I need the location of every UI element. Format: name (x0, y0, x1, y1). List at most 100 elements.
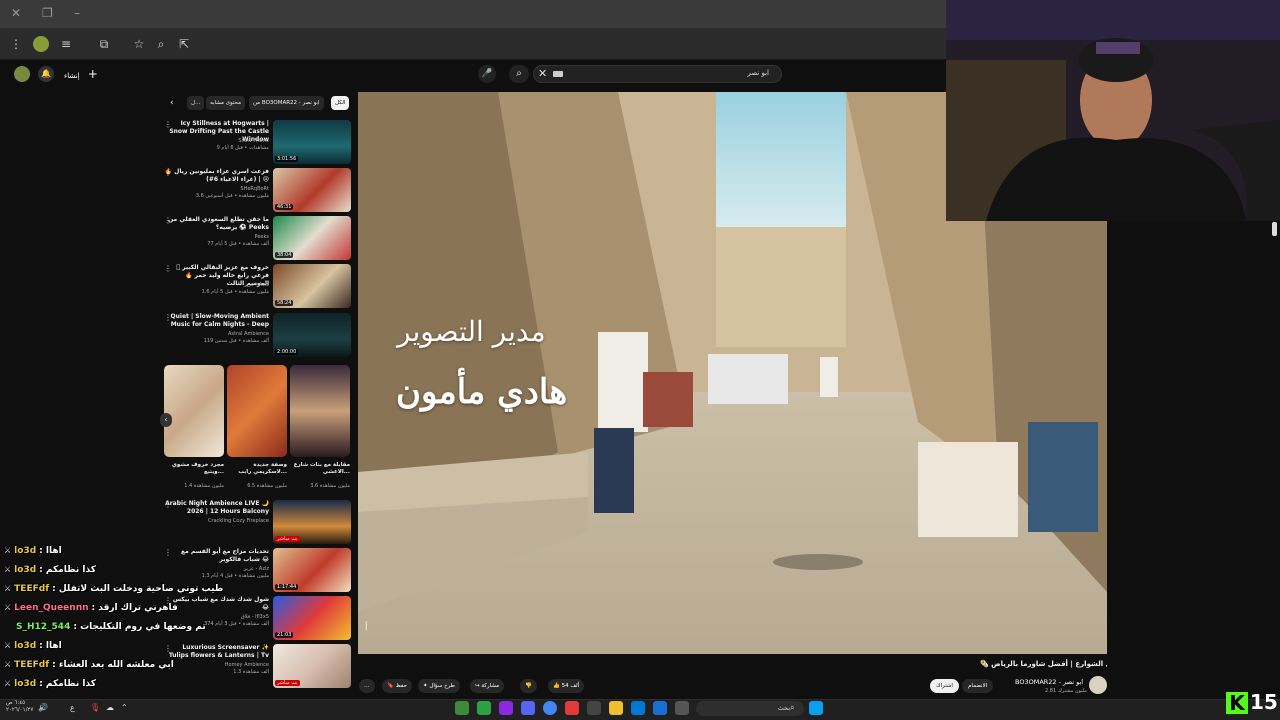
channel-name[interactable]: Peeks (164, 234, 270, 240)
create-button[interactable]: إنشاء + (64, 66, 98, 82)
more-options-icon[interactable]: ⋮ (164, 216, 172, 225)
taskbar-app-icon[interactable] (675, 701, 689, 715)
list-item[interactable]: 3:01:56 Icy Stillness at Hogwarts | Snow… (160, 120, 355, 164)
close-window-icon[interactable]: ✕ (11, 6, 21, 20)
chip-more[interactable]: ل... (187, 96, 205, 110)
video-title[interactable]: 🔥 فزعت اسري عزاء بمليونين ريال 😢 | (غراء… (164, 168, 269, 184)
chip-from-channel[interactable]: من BO3OMAR22 - ابو نصر (249, 96, 324, 110)
channel-name[interactable]: فلاق - lfl3x5 (164, 614, 269, 620)
chip-related[interactable]: محتوى مشابه (206, 96, 246, 110)
save-button[interactable]: 🔖 حفظ (382, 679, 413, 693)
more-options-icon[interactable]: ⋮ (164, 548, 172, 557)
edge-icon[interactable] (631, 701, 645, 715)
shorts-prev-icon[interactable]: ‹ (160, 413, 172, 427)
more-options-icon[interactable]: ⋮ (164, 500, 172, 509)
calendar-icon[interactable] (587, 701, 601, 715)
taskbar-search[interactable]: بحث (696, 701, 804, 716)
start-menu-icon[interactable] (809, 701, 823, 715)
chips-prev-icon[interactable]: ‹ (166, 96, 178, 110)
video-thumbnail[interactable]: 58:24 (273, 264, 351, 308)
video-thumbnail[interactable]: 46:31 (273, 168, 351, 212)
list-item[interactable]: بث مباشر Luxurious Screensaver ✨ Tulips … (160, 644, 355, 688)
like-button[interactable]: 👍 54 ألف (548, 679, 585, 693)
list-item[interactable]: 21:03 شول شدك شدك مع شباب بيكس 😂 فلاق - … (160, 596, 355, 640)
system-clock[interactable]: ٦:٤٥ ص ٢٠٢٦/٠١/٢٧ (6, 700, 33, 714)
list-item[interactable]: بث مباشر Arabic Night Ambience LIVE 🌙 20… (160, 500, 355, 544)
taskbar-app-icon[interactable] (653, 701, 667, 715)
more-options-icon[interactable]: ⋮ (164, 264, 172, 273)
share-button[interactable]: ↪ مشاركة (470, 679, 505, 693)
bookmark-star-icon[interactable]: ☆ (131, 36, 147, 52)
page-scrollbar[interactable] (1272, 222, 1277, 236)
channel-name[interactable]: SHeRqBoRt (164, 186, 269, 192)
taskbar-app-icon[interactable] (565, 701, 579, 715)
search-icon[interactable]: ⌕ (509, 65, 529, 83)
channel-name[interactable]: Crackling Cozy Fireplace (164, 518, 269, 524)
video-title[interactable]: ما حقن تطلع السعودي العقلي من يرضيه؟ ⚽ P… (164, 216, 269, 232)
language-indicator[interactable]: ع (70, 703, 75, 712)
list-item[interactable]: 58:24 خروف مع عزيز البقالي الكبير 🏾 فرعي… (160, 264, 355, 308)
menu-dots-icon[interactable]: ⋮ (8, 36, 24, 52)
video-thumbnail[interactable]: 1:17:44 (273, 548, 351, 592)
shorts-title[interactable]: مقابلة مع بنات شارع الاعشى... (290, 462, 350, 476)
zoom-icon[interactable]: ⌕ (153, 36, 169, 52)
more-options-icon[interactable]: ⋮ (164, 120, 172, 129)
video-title[interactable]: Arabic Night Ambience LIVE 🌙 2026 | 12 H… (164, 500, 269, 516)
channel-name[interactable]: عزيز - Aziz (164, 282, 269, 288)
profile-avatar-icon[interactable] (33, 36, 49, 52)
video-title[interactable]: Quiet | Slow-Moving Ambient Music for Ca… (164, 313, 269, 329)
extensions-icon[interactable]: ⧉ (96, 36, 112, 52)
shorts-thumbnail[interactable] (290, 365, 350, 457)
video-thumbnail[interactable]: بث مباشر (273, 644, 351, 688)
more-options-icon[interactable]: ⋮ (164, 644, 172, 653)
shorts-title[interactable]: وصفة جديدة لاسكريمي رابب... (227, 462, 287, 476)
video-thumbnail[interactable]: 38:04 (273, 216, 351, 260)
video-thumbnail[interactable]: 3:01:56 (273, 120, 351, 164)
taskbar-app-icon[interactable] (455, 701, 469, 715)
video-title[interactable]: تحديات مزاج مع أبو القسم مع شباب فالكوبر… (164, 548, 269, 564)
channel-name[interactable]: Astral Ambience (164, 331, 269, 337)
list-item[interactable]: 46:31 🔥 فزعت اسري عزاء بمليونين ريال 😢 |… (160, 168, 355, 212)
shorts-thumbnail[interactable] (227, 365, 287, 457)
taskbar-app-icon[interactable] (499, 701, 513, 715)
dislike-button[interactable]: 👎 (520, 679, 537, 693)
more-actions-button[interactable]: … (359, 679, 375, 693)
install-app-icon[interactable]: ⇱ (176, 36, 192, 52)
cloud-tray-icon[interactable]: ☁ (106, 703, 114, 712)
video-thumbnail[interactable]: بث مباشر (273, 500, 351, 544)
account-avatar[interactable] (14, 66, 30, 82)
notifications-icon[interactable]: 🔔 (38, 66, 54, 82)
subscribe-button[interactable]: اشتراك (930, 679, 959, 693)
channel-name[interactable]: Homey Ambience (164, 662, 269, 668)
video-thumbnail[interactable]: 21:03 (273, 596, 351, 640)
reading-list-icon[interactable]: ≡ (58, 36, 74, 52)
voice-search-icon[interactable]: 🎤 (478, 65, 496, 83)
tray-expand-icon[interactable]: ⌃ (121, 703, 128, 712)
list-item[interactable]: 38:04 ما حقن تطلع السعودي العقلي من يرضي… (160, 216, 355, 260)
channel-name[interactable]: عزيز - Aziz (164, 566, 269, 572)
shorts-title[interactable]: مجرد خروف مشوي ويتبع... (164, 462, 224, 476)
chip-all[interactable]: الكل (331, 96, 350, 110)
more-options-icon[interactable]: ⋮ (164, 313, 172, 322)
search-input[interactable]: ✕ ابو نصر (533, 65, 782, 83)
video-title[interactable]: شول شدك شدك مع شباب بيكس 😂 (164, 596, 269, 612)
channel-name-main[interactable]: BO3OMAR22 - ابو نصر (1015, 678, 1083, 686)
volume-icon[interactable]: 🔊 (38, 703, 48, 712)
mic-tray-icon[interactable]: 🎙 (90, 703, 100, 712)
video-title[interactable]: Luxurious Screensaver ✨ Tulips flowers &… (164, 644, 269, 660)
keyboard-icon[interactable] (553, 71, 563, 77)
more-options-icon[interactable]: ⋮ (164, 168, 172, 177)
minimize-window-icon[interactable]: – (74, 6, 80, 20)
list-item[interactable]: 2:00:00 Quiet | Slow-Moving Ambient Musi… (160, 313, 355, 357)
chrome-icon[interactable] (543, 701, 557, 715)
clear-search-icon[interactable]: ✕ (538, 67, 547, 80)
shorts-thumbnail[interactable] (164, 365, 224, 457)
ask-button[interactable]: ✦ طرح سؤال (418, 679, 461, 693)
maximize-window-icon[interactable]: ❐ (42, 6, 53, 20)
file-explorer-icon[interactable] (609, 701, 623, 715)
join-button[interactable]: الانضمام (962, 679, 994, 693)
discord-icon[interactable] (521, 701, 535, 715)
channel-avatar[interactable] (1089, 676, 1107, 694)
video-thumbnail[interactable]: 2:00:00 (273, 313, 351, 357)
channel-name[interactable]: Snow Frame (164, 138, 269, 144)
